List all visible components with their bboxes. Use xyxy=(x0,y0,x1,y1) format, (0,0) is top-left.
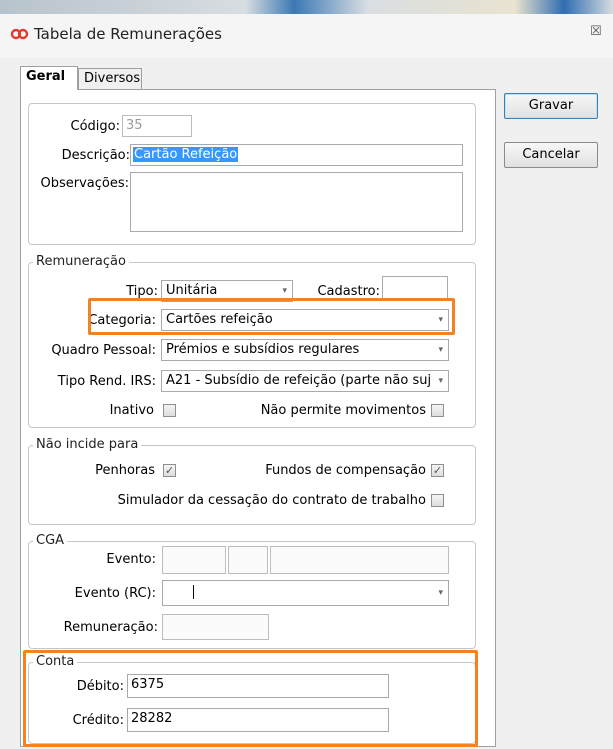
descricao-field[interactable]: Cartão Refeição xyxy=(130,144,463,166)
evento-field-3[interactable] xyxy=(270,546,449,574)
penhoras-checkbox[interactable]: ✓ xyxy=(163,464,176,477)
text-cursor xyxy=(193,585,194,599)
tab-geral[interactable]: Geral xyxy=(20,66,78,90)
tipo-rend-irs-value: A21 - Subsídio de refeição (parte não su… xyxy=(166,373,432,388)
check-icon: ✓ xyxy=(164,464,175,477)
evento-field-2[interactable] xyxy=(228,546,268,574)
remuneracao-legend: Remuneração xyxy=(33,255,129,269)
background-taskbar-strip xyxy=(0,0,613,14)
descricao-label: Descrição: xyxy=(61,148,130,163)
categoria-highlight-box xyxy=(88,298,455,335)
codigo-label: Código: xyxy=(70,119,120,134)
observacoes-field[interactable] xyxy=(130,172,463,232)
fundos-compensacao-label: Fundos de compensação xyxy=(265,463,426,478)
save-button[interactable]: Gravar xyxy=(504,93,598,119)
quadro-pessoal-select[interactable]: Prémios e subsídios regulares ▾ xyxy=(161,339,449,361)
quadro-pessoal-label: Quadro Pessoal: xyxy=(51,343,156,358)
simulador-cessacao-label: Simulador da cessação do contrato de tra… xyxy=(117,493,426,508)
close-icon[interactable]: ☒ xyxy=(590,25,602,39)
cga-remuneracao-label: Remuneração: xyxy=(63,620,158,635)
penhoras-label: Penhoras xyxy=(95,463,155,478)
tipo-rend-irs-select[interactable]: A21 - Subsídio de refeição (parte não su… xyxy=(161,370,449,392)
observacoes-label: Observações: xyxy=(40,176,129,191)
app-logo-icon xyxy=(10,26,30,42)
chevron-down-icon: ▾ xyxy=(438,376,443,386)
nao-permite-movimentos-checkbox[interactable] xyxy=(431,404,444,417)
simulador-cessacao-checkbox[interactable] xyxy=(431,494,444,507)
nao-incide-legend: Não incide para xyxy=(33,438,142,452)
nao-permite-movimentos-label: Não permite movimentos xyxy=(260,403,426,418)
fundos-compensacao-checkbox[interactable]: ✓ xyxy=(431,464,444,477)
quadro-pessoal-value: Prémios e subsídios regulares xyxy=(166,342,360,357)
conta-highlight-box xyxy=(23,650,478,747)
inativo-checkbox[interactable] xyxy=(163,404,176,417)
evento-rc-label: Evento (RC): xyxy=(74,586,156,601)
cga-legend: CGA xyxy=(33,534,68,548)
tab-diversos[interactable]: Diversos xyxy=(78,68,142,90)
tipo-rend-irs-label: Tipo Rend. IRS: xyxy=(57,374,156,389)
chevron-down-icon: ▾ xyxy=(438,345,443,355)
codigo-field[interactable]: 35 xyxy=(122,115,192,137)
inativo-label: Inativo xyxy=(109,403,154,418)
evento-field-1[interactable] xyxy=(162,546,226,574)
window-title: Tabela de Remunerações xyxy=(34,25,222,43)
cga-remuneracao-field[interactable] xyxy=(162,614,269,640)
descricao-value: Cartão Refeição xyxy=(133,147,239,162)
nao-incide-frame xyxy=(28,445,476,525)
tipo-value: Unitária xyxy=(166,283,218,298)
check-icon: ✓ xyxy=(432,464,443,477)
evento-label: Evento: xyxy=(106,552,156,567)
evento-rc-select[interactable]: ▾ xyxy=(162,580,449,606)
cancel-button[interactable]: Cancelar xyxy=(504,142,598,168)
chevron-down-icon: ▾ xyxy=(438,588,443,598)
